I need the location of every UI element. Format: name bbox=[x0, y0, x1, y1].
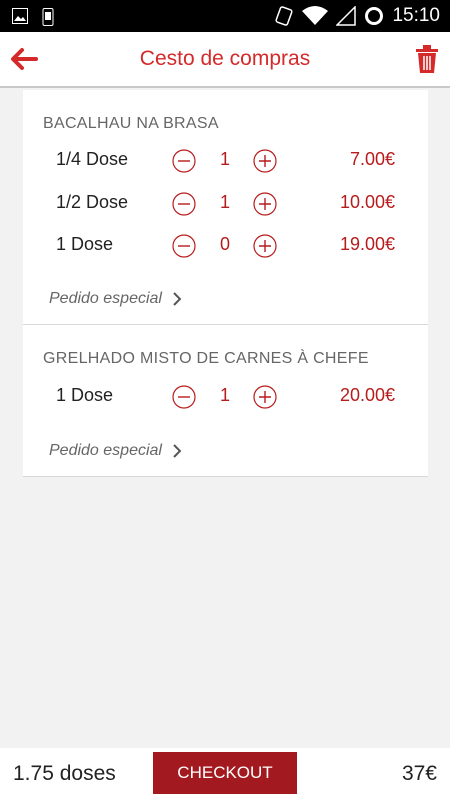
dose-label: 1 Dose bbox=[56, 234, 114, 254]
plus-circle-icon[interactable] bbox=[253, 385, 277, 409]
sync-icon bbox=[365, 7, 384, 25]
doses-total: 1.75 doses bbox=[13, 762, 116, 785]
quantity-value: 1 bbox=[219, 192, 230, 212]
dose-row: 1 Dose 0 19.00€ bbox=[23, 232, 428, 262]
signal-icon bbox=[336, 6, 357, 26]
dose-label: 1 Dose bbox=[56, 385, 114, 405]
special-request-label: Pedido especial bbox=[49, 442, 162, 459]
page-title: Cesto de compras bbox=[139, 47, 311, 70]
special-request-label: Pedido especial bbox=[49, 290, 162, 307]
cart-item-card: GRELHADO MISTO DE CARNES À CHEFE 1 Dose … bbox=[23, 325, 428, 477]
dose-price: 7.00€ bbox=[349, 149, 395, 169]
minus-circle-icon[interactable] bbox=[172, 234, 196, 258]
cart-list: BACALHAU NA BRASA 1/4 Dose 1 7.00€ 1/2 D… bbox=[0, 88, 450, 748]
price-total: 37€ bbox=[401, 762, 437, 785]
dose-label: 1/2 Dose bbox=[56, 192, 129, 212]
checkout-button[interactable]: CHECKOUT bbox=[153, 752, 297, 794]
dish-name: GRELHADO MISTO DE CARNES À CHEFE bbox=[43, 350, 369, 367]
minus-circle-icon[interactable] bbox=[172, 149, 196, 173]
app-bar: Cesto de compras bbox=[0, 32, 450, 88]
image-icon bbox=[12, 8, 28, 24]
plus-circle-icon[interactable] bbox=[253, 192, 277, 216]
vibrate-icon bbox=[275, 6, 294, 26]
minus-circle-icon[interactable] bbox=[172, 192, 196, 216]
minus-circle-icon[interactable] bbox=[172, 385, 196, 409]
quantity-value: 1 bbox=[219, 385, 230, 405]
quantity-value: 1 bbox=[219, 149, 230, 169]
plus-circle-icon[interactable] bbox=[253, 149, 277, 173]
dose-price: 10.00€ bbox=[339, 192, 395, 212]
dose-row: 1/2 Dose 1 10.00€ bbox=[23, 190, 428, 220]
dose-row: 1/4 Dose 1 7.00€ bbox=[23, 147, 428, 177]
dose-price: 19.00€ bbox=[339, 234, 395, 254]
wifi-icon bbox=[302, 6, 329, 25]
special-request-link[interactable]: Pedido especial bbox=[49, 442, 181, 460]
dish-name: BACALHAU NA BRASA bbox=[43, 115, 219, 132]
special-request-link[interactable]: Pedido especial bbox=[49, 290, 181, 308]
dose-label: 1/4 Dose bbox=[56, 149, 129, 169]
chevron-right-icon bbox=[173, 292, 181, 306]
status-time: 15:10 bbox=[392, 5, 440, 26]
cart-item-card: BACALHAU NA BRASA 1/4 Dose 1 7.00€ 1/2 D… bbox=[23, 90, 428, 325]
quantity-value: 0 bbox=[219, 234, 230, 254]
chevron-right-icon bbox=[173, 444, 181, 458]
dose-row: 1 Dose 1 20.00€ bbox=[23, 383, 428, 413]
checkout-bar: 1.75 doses CHECKOUT 37€ bbox=[0, 748, 450, 800]
plus-circle-icon[interactable] bbox=[253, 234, 277, 258]
trash-icon[interactable] bbox=[414, 44, 440, 74]
status-bar: 15:10 bbox=[0, 0, 450, 32]
phone-icon bbox=[42, 8, 54, 26]
dose-price: 20.00€ bbox=[339, 385, 395, 405]
